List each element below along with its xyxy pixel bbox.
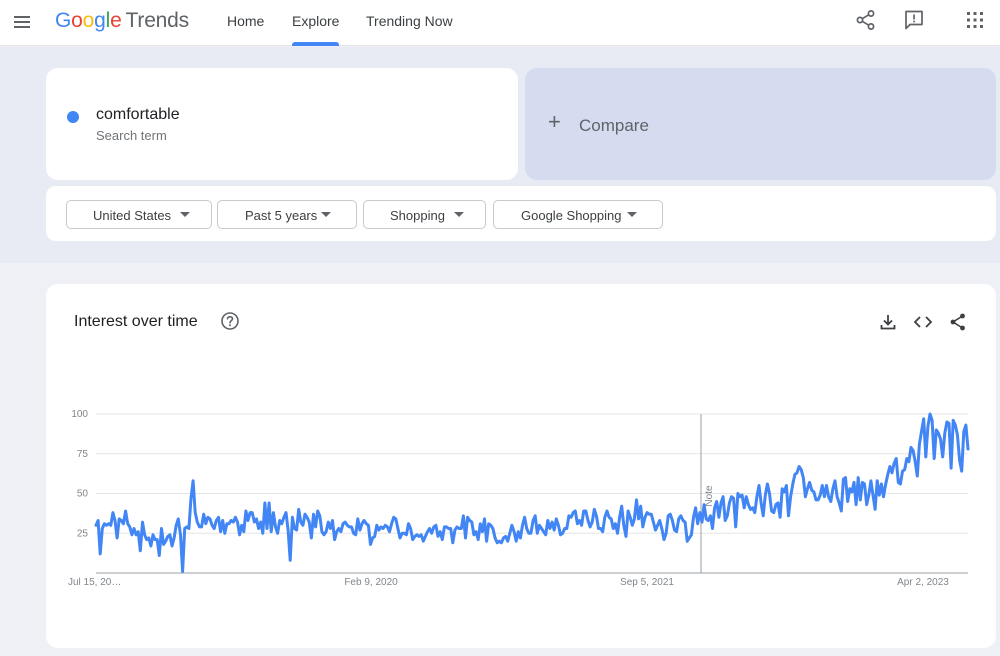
caret-down-icon <box>454 212 464 217</box>
menu-icon[interactable] <box>12 12 32 32</box>
filter-label: Shopping <box>390 208 445 223</box>
filter-label: Past 5 years <box>245 208 318 223</box>
filter-category[interactable]: Shopping <box>363 200 486 229</box>
filter-label: Google Shopping <box>521 208 622 223</box>
search-term-name[interactable]: comfortable <box>96 106 180 124</box>
caret-down-icon <box>180 212 190 217</box>
nav-home[interactable]: Home <box>227 13 264 29</box>
y-tick-label: 25 <box>77 528 89 539</box>
share-icon[interactable] <box>948 312 968 332</box>
top-bar: Google Trends Home Explore Trending Now <box>0 0 1000 46</box>
trends-logo-text: Trends <box>125 9 190 32</box>
x-tick-label: Apr 2, 2023 <box>897 577 949 588</box>
x-tick-label: Jul 15, 20… <box>68 577 121 588</box>
embed-icon[interactable] <box>913 312 933 332</box>
search-term-card[interactable]: comfortable Search term <box>46 68 518 180</box>
compare-button[interactable]: + Compare <box>525 68 996 180</box>
x-tick-label: Feb 9, 2020 <box>344 577 398 588</box>
chart-title: Interest over time <box>74 313 198 330</box>
google-trends-logo[interactable]: Google Trends <box>55 9 189 33</box>
filter-bar: United States Past 5 years Shopping Goog… <box>46 186 996 241</box>
plus-icon: + <box>548 109 561 134</box>
interest-over-time-card: Interest over time 100 75 50 25 Jul 15, 20… F… <box>46 284 996 648</box>
active-tab-indicator <box>292 42 339 46</box>
interest-line-chart: 100 75 50 25 Jul 15, 20… Feb 9, 2020 Sep 5, 20… <box>68 409 970 588</box>
google-logo-text: Google <box>55 9 122 32</box>
search-term-type: Search term <box>96 128 167 143</box>
x-tick-label: Sep 5, 2021 <box>620 577 674 588</box>
filter-time-range[interactable]: Past 5 years <box>217 200 357 229</box>
y-tick-label: 100 <box>71 409 88 420</box>
note-annotation: Note <box>704 485 715 507</box>
caret-down-icon <box>627 212 637 217</box>
y-tick-label: 75 <box>77 449 89 460</box>
share-icon[interactable] <box>855 9 877 31</box>
feedback-icon[interactable] <box>903 9 925 31</box>
caret-down-icon <box>321 212 331 217</box>
nav-trending-now[interactable]: Trending Now <box>366 13 453 29</box>
download-icon[interactable] <box>878 312 898 332</box>
nav-explore[interactable]: Explore <box>292 13 339 29</box>
filter-region[interactable]: United States <box>66 200 212 229</box>
term-color-dot <box>67 111 79 123</box>
compare-label: Compare <box>579 116 649 135</box>
filter-search-type[interactable]: Google Shopping <box>493 200 663 229</box>
series-line-comfortable <box>94 412 970 573</box>
filter-label: United States <box>93 208 172 223</box>
y-tick-label: 50 <box>77 489 89 500</box>
apps-icon[interactable] <box>964 9 986 31</box>
help-icon[interactable] <box>220 311 240 331</box>
